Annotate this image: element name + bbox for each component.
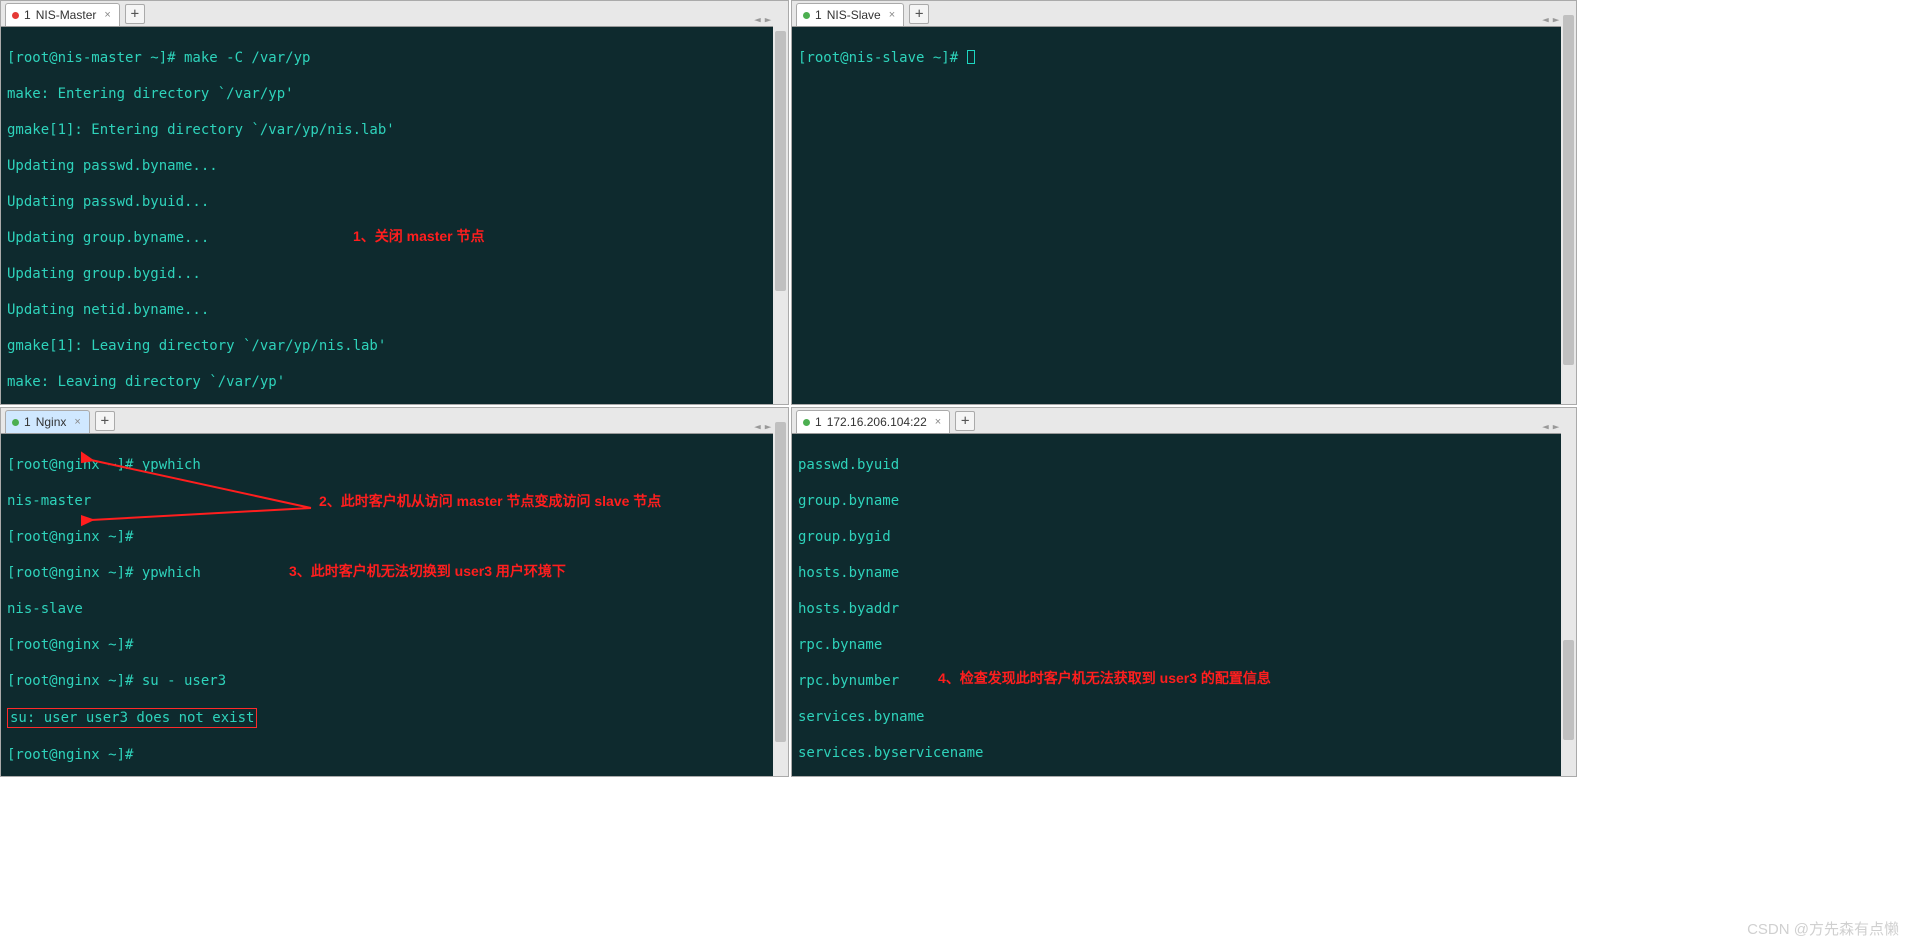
add-tab-button[interactable]: + [95,411,115,431]
close-icon[interactable]: × [74,416,80,428]
add-tab-button[interactable]: + [909,4,929,24]
scrollbar[interactable] [1561,1,1576,404]
next-tab-icon[interactable]: ► [1553,13,1560,26]
add-tab-button[interactable]: + [125,4,145,24]
term-line: [root@nginx ~]# [7,636,782,654]
term-line: services.byname [798,708,1570,726]
next-tab-icon[interactable]: ► [765,420,772,433]
tabbar: 1 Nginx × + ◄ ► ▾ [1,408,788,434]
tab-nis-slave[interactable]: 1 NIS-Slave × [796,3,904,26]
tab-index: 1 [815,415,822,429]
term-line: Updating passwd.byname... [7,157,782,175]
pane-nginx: 1 Nginx × + ◄ ► ▾ [root@nginx ~]# ypwhic… [0,407,789,777]
term-line: nis-slave [7,600,782,618]
term-line: [root@nis-slave ~]# [798,49,1570,67]
term-line: [root@nginx ~]# [7,528,782,546]
annotation-4: 4、检查发现此时客户机无法获取到 user3 的配置信息 [938,669,1271,687]
term-line: make: Entering directory `/var/yp' [7,85,782,103]
prev-tab-icon[interactable]: ◄ [754,420,761,433]
tab-title: 172.16.206.104:22 [827,415,927,429]
annotation-2: 2、此时客户机从访问 master 节点变成访问 slave 节点 [319,492,661,510]
status-dot-icon [803,12,810,19]
cursor-icon [967,50,975,64]
term-line: Updating group.bygid... [7,265,782,283]
tab-nis-master[interactable]: 1 NIS-Master × [5,3,120,26]
term-line: gmake[1]: Leaving directory `/var/yp/nis… [7,337,782,355]
prev-tab-icon[interactable]: ◄ [1542,420,1549,433]
term-line: hosts.byaddr [798,600,1570,618]
pane-nis-slave: 1 NIS-Slave × + ◄ ► ▾ [root@nis-slave ~]… [791,0,1577,405]
scrollbar[interactable] [1561,408,1576,776]
terminal-nginx[interactable]: [root@nginx ~]# ypwhich nis-master [root… [1,434,788,776]
scrollbar[interactable] [773,1,788,404]
tab-index: 1 [815,8,822,22]
tab-index: 1 [24,8,31,22]
term-line: [root@nginx ~]# [7,746,782,764]
term-line: su: user user3 does not exist [7,708,782,728]
next-tab-icon[interactable]: ► [1553,420,1560,433]
term-line: hosts.byname [798,564,1570,582]
terminal-ip-host[interactable]: passwd.byuid group.byname group.bygid ho… [792,434,1576,776]
highlight-su-error: su: user user3 does not exist [7,708,257,728]
tab-nginx[interactable]: 1 Nginx × [5,410,90,433]
term-line: rpc.byname [798,636,1570,654]
pane-nis-master: 1 NIS-Master × + ◄ ► ▾ [root@nis-master … [0,0,789,405]
annotation-3: 3、此时客户机无法切换到 user3 用户环境下 [289,562,566,580]
tabbar: 1 NIS-Master × + ◄ ► ▾ [1,1,788,27]
term-line: Updating netid.byname... [7,301,782,319]
term-line: group.byname [798,492,1570,510]
close-icon[interactable]: × [935,416,941,428]
status-dot-icon [803,419,810,426]
term-line: gmake[1]: Entering directory `/var/yp/ni… [7,121,782,139]
add-tab-button[interactable]: + [955,411,975,431]
term-line: [root@nginx ~]# su - user3 [7,672,782,690]
terminal-nis-master[interactable]: [root@nis-master ~]# make -C /var/yp mak… [1,27,788,404]
terminal-nis-slave[interactable]: [root@nis-slave ~]# [792,27,1576,404]
scrollbar[interactable] [773,408,788,776]
next-tab-icon[interactable]: ► [765,13,772,26]
close-icon[interactable]: × [889,9,895,21]
tab-title: Nginx [36,415,67,429]
watermark: CSDN @方先森有点懒 [1747,918,1899,939]
term-line: [root@nginx ~]# ypwhich [7,456,782,474]
term-line: Updating passwd.byuid... [7,193,782,211]
close-icon[interactable]: × [104,9,110,21]
annotation-1: 1、关闭 master 节点 [353,227,484,245]
term-line: passwd.byuid [798,456,1570,474]
tab-index: 1 [24,415,31,429]
tab-title: NIS-Slave [827,8,881,22]
term-line: services.byservicename [798,744,1570,762]
prev-tab-icon[interactable]: ◄ [1542,13,1549,26]
term-line: make: Leaving directory `/var/yp' [7,373,782,391]
status-dot-icon [12,12,19,19]
prev-tab-icon[interactable]: ◄ [754,13,761,26]
term-line: [root@nis-master ~]# make -C /var/yp [7,49,782,67]
tab-ip-host[interactable]: 1 172.16.206.104:22 × [796,410,950,433]
tab-title: NIS-Master [36,8,97,22]
pane-ip-host: 1 172.16.206.104:22 × + ◄ ► ▾ passwd.byu… [791,407,1577,777]
term-line: group.bygid [798,528,1570,546]
tabbar: 1 172.16.206.104:22 × + ◄ ► ▾ [792,408,1576,434]
tabbar: 1 NIS-Slave × + ◄ ► ▾ [792,1,1576,27]
status-dot-icon [12,419,19,426]
